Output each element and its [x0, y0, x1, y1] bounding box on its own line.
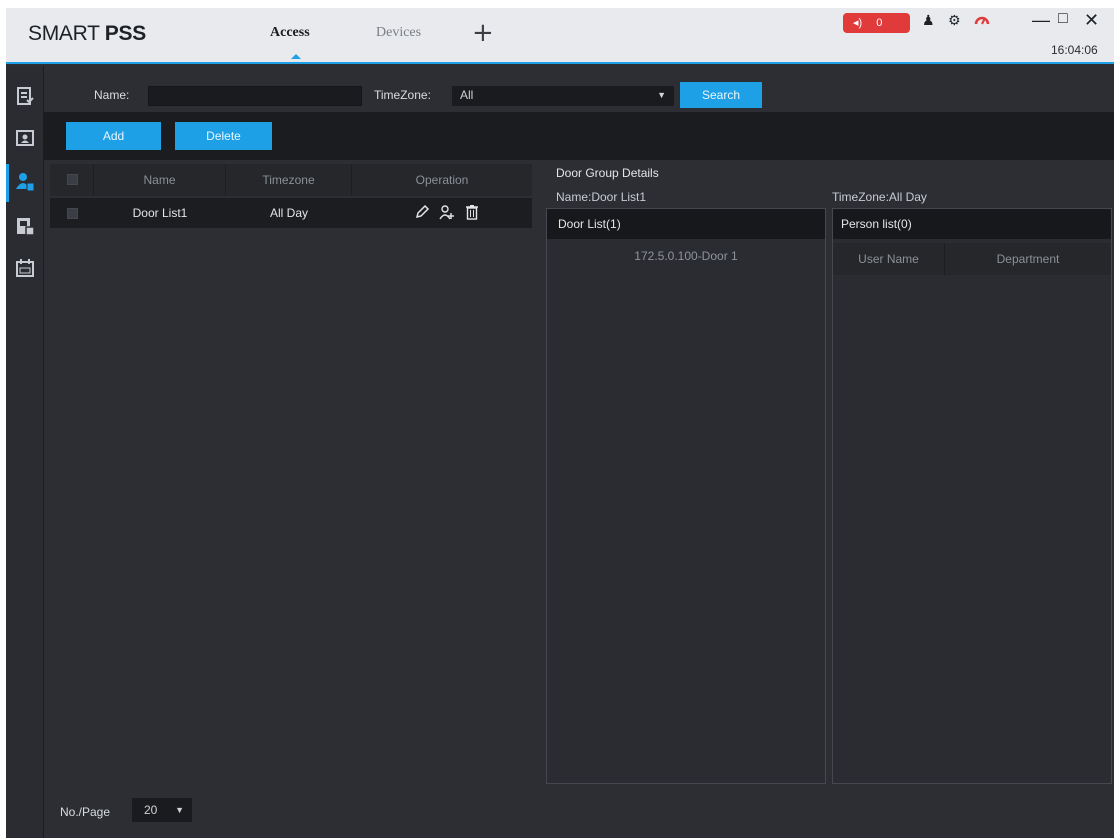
calendar-icon[interactable]: [15, 258, 35, 278]
close-button[interactable]: ✕: [1084, 10, 1099, 31]
name-input[interactable]: [148, 86, 362, 106]
toolbar: Add Delete: [44, 112, 1114, 160]
door-list-header: Door List(1): [547, 209, 825, 239]
edit-icon[interactable]: [414, 204, 430, 220]
name-label: Name:: [94, 88, 130, 102]
column-header-name[interactable]: Name: [94, 164, 226, 196]
person-card-icon[interactable]: [15, 128, 35, 148]
left-rail: [6, 66, 44, 838]
row-name: Door List1: [132, 206, 188, 220]
table-header: Name Timezone Operation: [50, 164, 532, 196]
performance-icon[interactable]: [974, 13, 990, 29]
per-page-label: No./Page: [60, 805, 111, 819]
door-config-icon[interactable]: [15, 216, 35, 236]
person-table-header: User Name Department: [833, 243, 1111, 275]
delete-icon[interactable]: [464, 204, 480, 220]
timezone-label: TimeZone:: [374, 88, 431, 102]
details-name: Name:Door List1: [556, 190, 647, 204]
brand-logo: SMART PSS: [28, 22, 146, 45]
access-record-icon[interactable]: [15, 86, 35, 106]
select-all-cell: [50, 164, 94, 196]
door-list-panel: Door List(1) 172.5.0.100-Door 1: [546, 208, 826, 784]
clock: 16:04:06: [1051, 43, 1098, 57]
column-header-user-name[interactable]: User Name: [833, 243, 945, 275]
details-timezone: TimeZone:All Day: [832, 190, 927, 204]
search-button[interactable]: Search: [680, 82, 762, 108]
user-icon[interactable]: ♟: [922, 13, 935, 29]
add-person-icon[interactable]: [439, 204, 455, 220]
maximize-button[interactable]: □: [1058, 10, 1068, 28]
select-all-checkbox[interactable]: [67, 174, 78, 185]
speaker-icon: ◂): [853, 17, 863, 29]
column-header-operation: Operation: [415, 173, 469, 187]
performance-gauge-icon: [974, 16, 990, 25]
door-group-icon[interactable]: [15, 172, 35, 192]
details-title: Door Group Details: [556, 166, 659, 180]
timezone-select[interactable]: All ▼: [452, 86, 674, 106]
list-item[interactable]: 172.5.0.100-Door 1: [547, 249, 825, 263]
table-row[interactable]: Door List1 All Day: [50, 198, 532, 228]
column-header-timezone[interactable]: Timezone: [226, 164, 352, 196]
pagination-footer: No./Page 20 ▼: [44, 786, 1114, 838]
row-timezone: All Day: [269, 206, 308, 220]
search-bar: Name: TimeZone: All ▼ Search: [44, 66, 1114, 112]
door-group-table: Name Timezone Operation Door List1 All D…: [50, 160, 532, 784]
app-window: SMART PSS Access Devices + ◂) 0 ♟ ⚙ — □ ✕…: [6, 8, 1114, 838]
column-header-department[interactable]: Department: [945, 243, 1111, 275]
add-tab-button[interactable]: +: [472, 20, 494, 46]
minimize-button[interactable]: —: [1032, 10, 1050, 31]
row-checkbox[interactable]: [67, 208, 78, 219]
add-button[interactable]: Add: [66, 122, 161, 150]
tab-devices[interactable]: Devices: [376, 25, 421, 41]
rail-active-indicator: [6, 164, 9, 202]
delete-button[interactable]: Delete: [175, 122, 272, 150]
chevron-down-icon: ▼: [175, 805, 184, 815]
per-page-select[interactable]: 20 ▼: [132, 798, 192, 822]
person-list-panel: Person list(0) User Name Department: [832, 208, 1112, 784]
title-bar: SMART PSS Access Devices + ◂) 0 ♟ ⚙ — □ ✕…: [6, 8, 1114, 64]
settings-icon[interactable]: ⚙: [948, 13, 961, 29]
alarm-badge[interactable]: ◂) 0: [843, 13, 910, 33]
tab-access[interactable]: Access: [270, 25, 310, 59]
alarm-count: 0: [876, 17, 883, 29]
chevron-down-icon: ▼: [657, 90, 666, 100]
person-list-header: Person list(0): [833, 209, 1111, 239]
